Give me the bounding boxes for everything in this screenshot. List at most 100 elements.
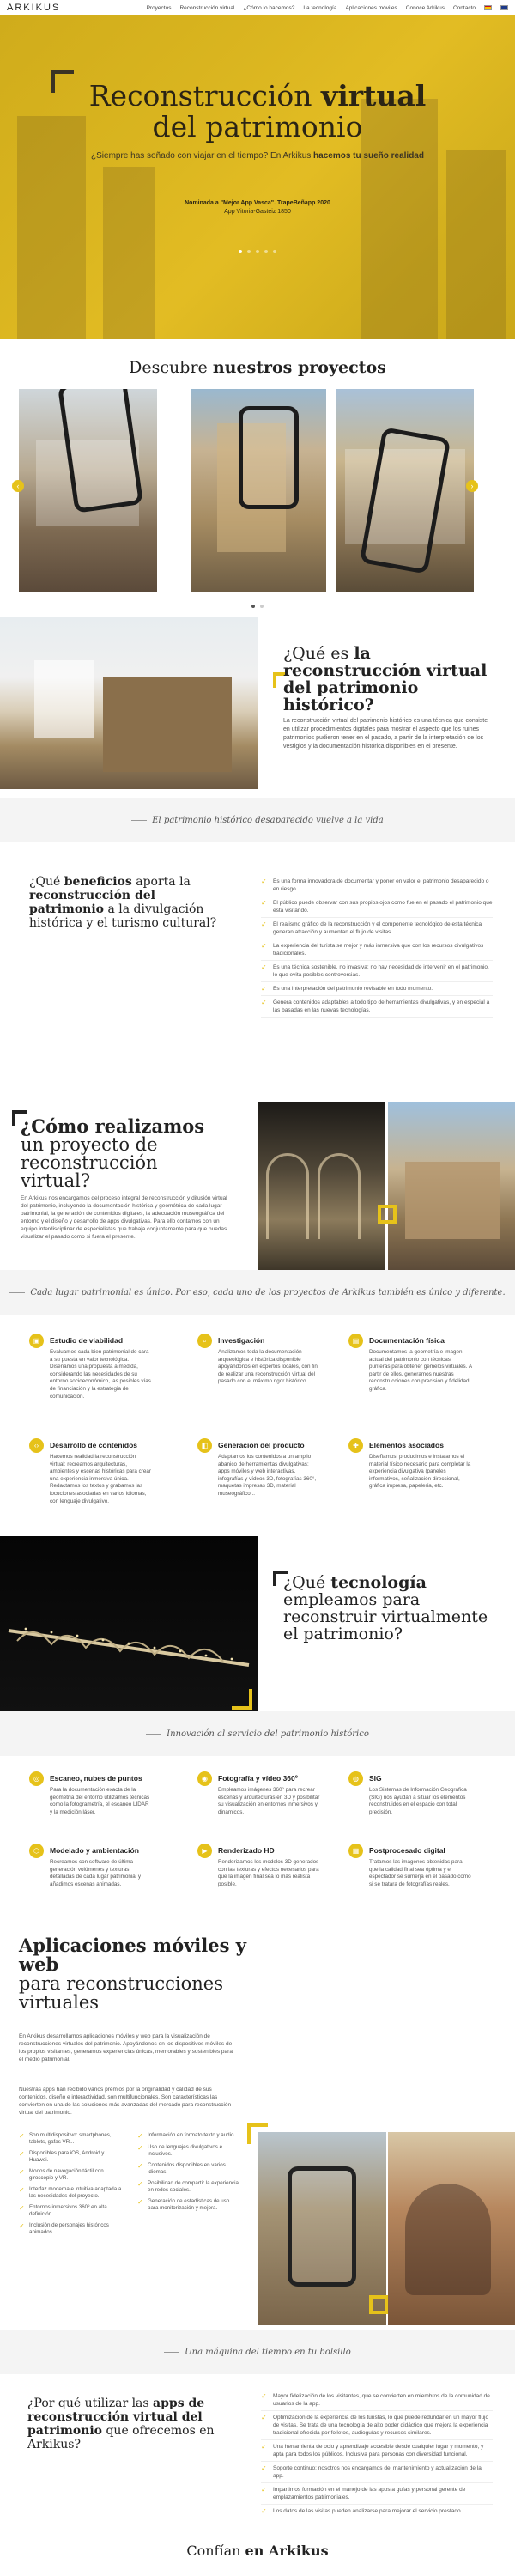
list-item: ✓ Genera contenidos adaptables a todo tip… (261, 996, 493, 1018)
check-icon: ✓ (261, 920, 267, 928)
tech-card: ◉ Fotografía y vídeo 360º Empleamos imág… (197, 1771, 343, 1840)
step-title: Estudio de viabilidad (50, 1336, 124, 1345)
carousel-next-icon[interactable]: › (466, 480, 478, 492)
accent-square (369, 2295, 388, 2314)
hero: Reconstrucción virtual del patrimonio ¿Si… (0, 15, 515, 339)
check-icon: ✓ (261, 963, 267, 971)
hero-subtitle: ¿Siempre has soñado con viajar en el tie… (91, 151, 424, 161)
projects-section: Descubre nuestros proyectos ‹ › (0, 339, 515, 617)
quote-text: Innovación al servicio del patrimonio hi… (167, 1728, 369, 1739)
tech-card: ▦ Postprocesado digital Tratamos las imá… (348, 1844, 494, 1912)
carousel-dot[interactable] (238, 250, 242, 253)
list-item: ✓ Entornos inmersivos 360º en alta defini… (19, 2204, 107, 2217)
step-card: ◧ Generación del producto Adaptamos los … (197, 1438, 343, 1533)
projects-carousel-dots (0, 602, 515, 610)
flag-gb-icon[interactable] (500, 5, 508, 10)
clients-title: Confían en Arkikus (186, 2543, 329, 2559)
quote-text: Cada lugar patrimonial es único. Por eso… (30, 1287, 506, 1297)
quote-band: Una máquina del tiempo en tu bolsillo (0, 2330, 515, 2374)
list-item: ✓ Mayor fidelización de los visitantes, q… (261, 2390, 493, 2411)
tech-title: ¿Qué tecnología empleamos para reconstru… (283, 1573, 488, 1643)
carousel-dot[interactable] (246, 250, 251, 253)
quote-band: Innovación al servicio del patrimonio hi… (0, 1711, 515, 1756)
tech-text: Para la documentación exacta de la geome… (50, 1787, 150, 1815)
step-card: ‹› Desarrollo de contenidos Hacemos real… (29, 1438, 175, 1533)
carousel-dot[interactable] (251, 605, 255, 608)
list-item: ✓ Los datos de las visitas pueden analiza… (261, 2505, 493, 2518)
check-icon: ✓ (261, 878, 267, 885)
benefits-title: ¿Qué beneficios aporta la reconstrucción… (29, 875, 217, 930)
list-item: ✓ Uso de lenguajes divulgativos e inclusi… (137, 2144, 223, 2157)
check-icon: ✓ (19, 2168, 25, 2176)
tech-title: Escaneo, nubes de puntos (50, 1774, 142, 1783)
logo[interactable]: ARKIKUS (7, 3, 60, 13)
step-card: ⌕ Investigación Analizamos toda la docum… (197, 1334, 343, 1428)
tech-title: Fotografía y vídeo 360º (218, 1774, 298, 1783)
quote-band: Cada lugar patrimonial es único. Por eso… (0, 1270, 515, 1315)
projects-title: Descubre nuestros proyectos (129, 358, 386, 377)
award-line-1: Nominada a "Mejor App Vasca". TrapeBeñap… (185, 200, 330, 206)
arch-shape (266, 1153, 309, 1239)
why-title: ¿Por qué utilizar las apps de reconstruc… (27, 2397, 215, 2451)
menu-item-apps[interactable]: Aplicaciones móviles (345, 5, 397, 11)
quote-text: Una máquina del tiempo en tu bolsillo (185, 2347, 351, 2357)
list-item: ✓ Interfaz moderna e intuitiva adaptada a… (19, 2186, 122, 2199)
check-icon: ✓ (137, 2144, 143, 2152)
cube-icon: ⬡ (29, 1844, 44, 1858)
apps-section: Aplicaciones móviles y web para reconstru… (0, 1917, 515, 2330)
project-card[interactable] (19, 389, 157, 592)
list-item: ✓ Soporte continuo: nosotros nos encargam… (261, 2462, 493, 2483)
accent-corner (247, 2123, 268, 2144)
list-item: ✓ Modos de navegación táctil con giroscop… (19, 2168, 104, 2181)
list-item: ✓ Información en formato texto y audio. (137, 2132, 236, 2140)
menu-item-conoce[interactable]: Conoce Arkikus (406, 5, 445, 11)
menu-item-contacto[interactable]: Contacto (453, 5, 476, 11)
steps-grid: ▣ Estudio de viabilidad Evaluamos cada b… (0, 1315, 515, 1536)
accent-square (378, 1205, 397, 1224)
list-item: ✓ Inclusión de personajes históricos anim… (19, 2222, 109, 2235)
how-text: En Arkikus nos encargamos del proceso in… (21, 1195, 227, 1240)
step-text: Hacemos realidad la reconstrucción virtu… (50, 1454, 151, 1504)
render-icon: ▶ (197, 1844, 212, 1858)
check-icon: ✓ (261, 2464, 267, 2472)
list-item: ✓ Una herramienta de ocio y aprendizaje a… (261, 2440, 493, 2462)
carousel-dot[interactable] (256, 250, 259, 253)
app-photo (388, 2132, 515, 2325)
carousel-dot[interactable] (264, 250, 269, 253)
menu-item-tecnologia[interactable]: La tecnología (303, 5, 336, 11)
menu-item-proyectos[interactable]: Proyectos (147, 5, 172, 11)
castle-shape (405, 1162, 500, 1239)
flag-es-icon[interactable] (484, 5, 492, 10)
check-icon: ✓ (261, 899, 267, 907)
tech-text: Recreamos con software de última generac… (50, 1859, 142, 1887)
top-nav: ARKIKUS Proyectos Reconstrucción virtual… (0, 0, 515, 15)
image-icon: ▦ (348, 1844, 363, 1858)
castle-image (388, 1102, 515, 1270)
project-card[interactable] (191, 389, 326, 592)
tech-text: Renderizamos los modelos 3D generados co… (218, 1859, 319, 1887)
tech-section: ¿Qué tecnología empleamos para reconstru… (0, 1536, 515, 1711)
list-item: ✓ El público puede observar con sus propi… (261, 896, 493, 918)
carousel-prev-icon[interactable]: ‹ (12, 480, 24, 492)
menu-item-reconstruccion[interactable]: Reconstrucción virtual (179, 5, 234, 11)
clients-teaser: Confían en Arkikus (0, 2525, 515, 2560)
check-icon: ✓ (261, 999, 267, 1006)
check-icon: ✓ (261, 2443, 267, 2451)
menu-item-como[interactable]: ¿Cómo lo hacemos? (243, 5, 294, 11)
carousel-dot[interactable] (260, 605, 264, 608)
check-icon: ✓ (261, 2414, 267, 2421)
list-item: ✓ Es una interpretación del patrimonio re… (261, 982, 493, 996)
carousel-dot[interactable] (273, 250, 277, 253)
quote-dash (131, 819, 148, 821)
why-section: ¿Por qué utilizar las apps de reconstruc… (0, 2374, 515, 2525)
globe-icon: ◍ (348, 1771, 363, 1786)
tech-text: Los Sistemas de Información Geográfica (… (369, 1787, 467, 1815)
main-menu: Proyectos Reconstrucción virtual ¿Cómo l… (147, 5, 508, 11)
step-title: Documentación física (369, 1336, 445, 1345)
project-card[interactable] (336, 389, 474, 592)
accent-corner (232, 1689, 252, 1710)
apps-text-2: Nuestras apps han recibido varios premio… (19, 2087, 232, 2116)
check-icon: ✓ (261, 2392, 267, 2400)
document-icon: ▤ (348, 1334, 363, 1348)
what-is-title: ¿Qué es la reconstrucción virtual del pa… (283, 644, 488, 714)
